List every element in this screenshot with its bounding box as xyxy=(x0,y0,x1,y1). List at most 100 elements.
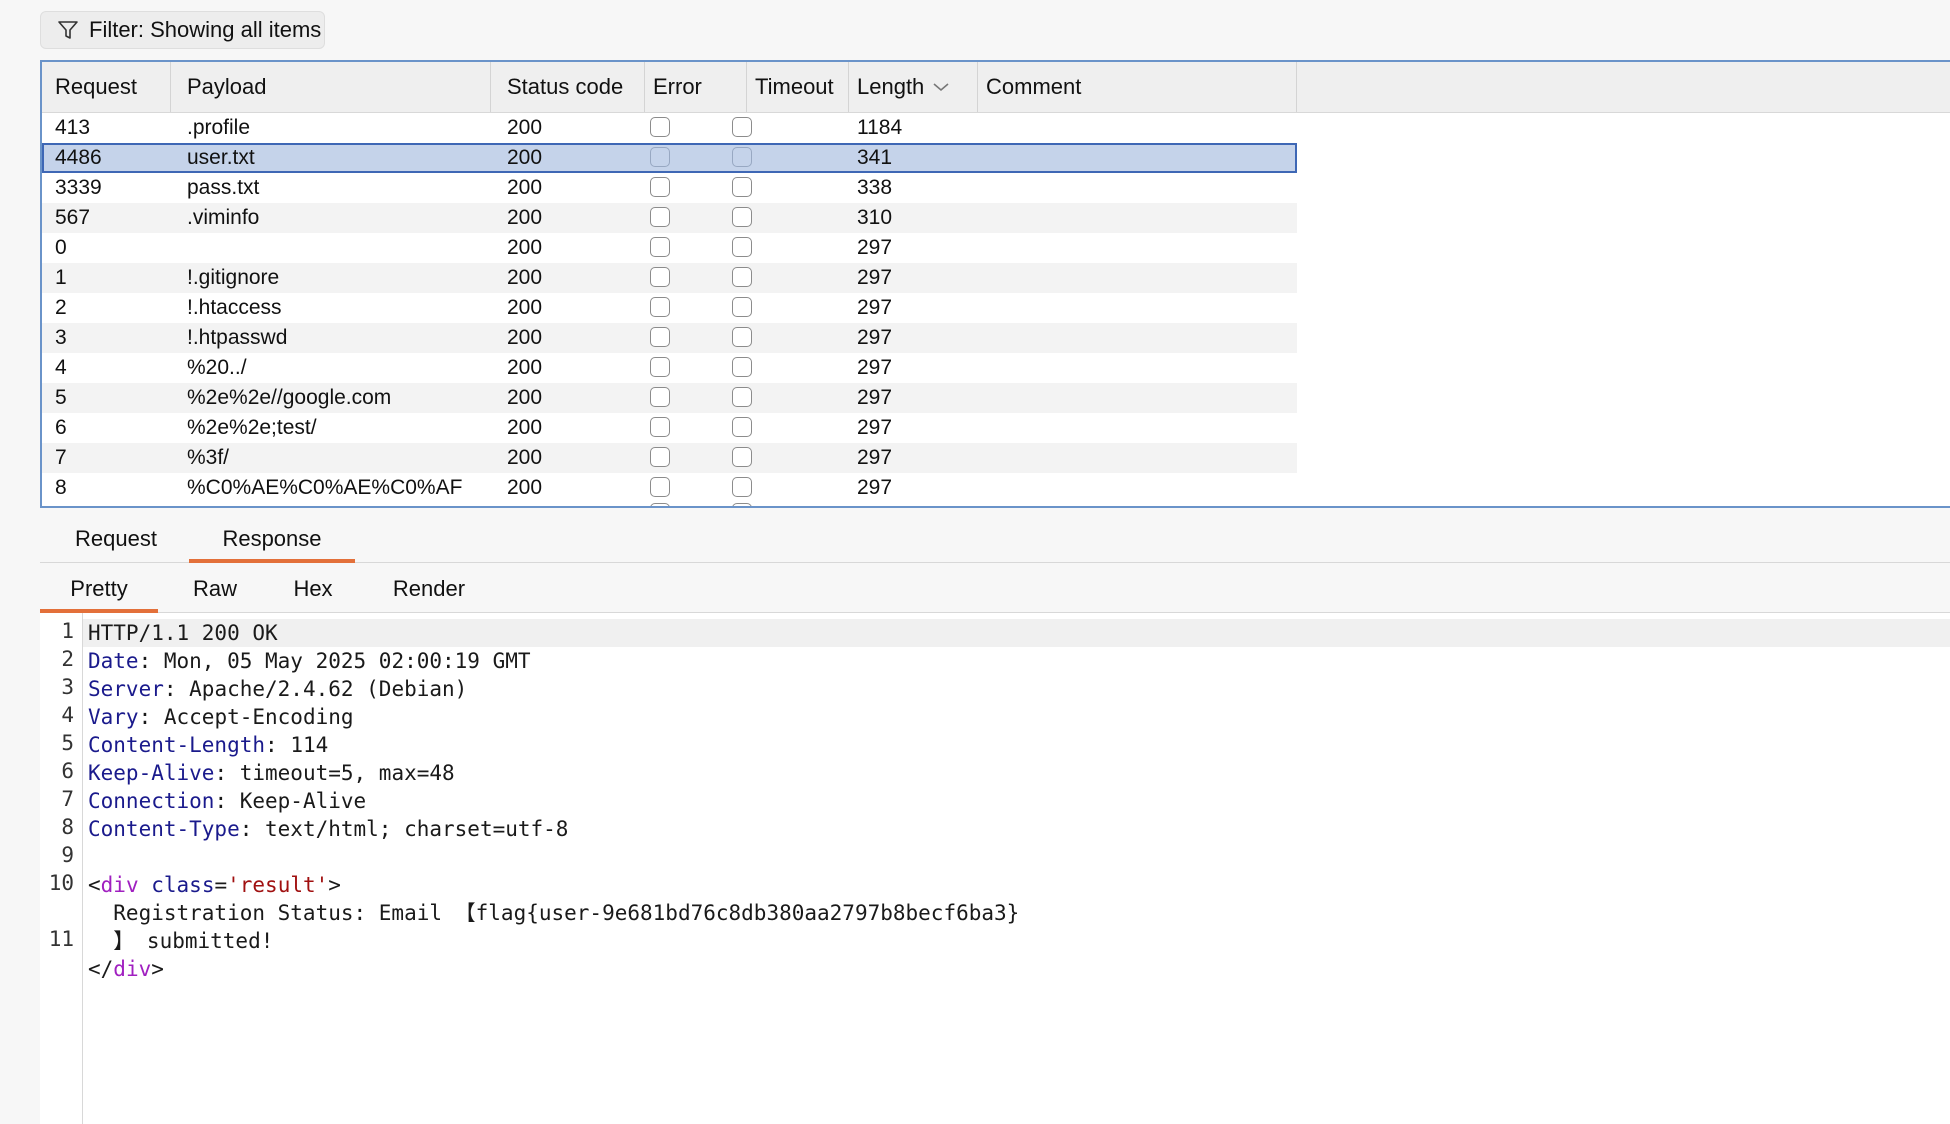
line-number: 10 xyxy=(48,871,74,895)
timeout-checkbox[interactable] xyxy=(732,207,752,227)
line-number-gutter: 1 2 3 4 5 6 7 8 9 10 11 xyxy=(40,613,83,1124)
filter-label: Filter: Showing all items xyxy=(89,17,322,42)
timeout-checkbox[interactable] xyxy=(732,147,752,167)
column-header-status-code[interactable]: Status code xyxy=(491,62,645,112)
cell-status-code: 200 xyxy=(507,446,543,469)
cell-length: 310 xyxy=(857,206,893,229)
table-body: 413 .profile 200 1184 4486 user.txt 200 341 3339… xyxy=(42,113,1297,506)
table-row[interactable]: 5 %2e%2e//google.com 200 297 xyxy=(42,383,1297,413)
html-open-tag: <div class='result'> xyxy=(88,873,341,897)
timeout-checkbox[interactable] xyxy=(732,237,752,257)
tab-request[interactable]: Request xyxy=(60,516,172,562)
column-header-length[interactable]: Length xyxy=(849,62,978,112)
filter-bar[interactable]: Filter: Showing all items xyxy=(40,11,325,49)
timeout-checkbox[interactable] xyxy=(732,447,752,467)
cell-status-code: 200 xyxy=(507,146,543,169)
error-checkbox[interactable] xyxy=(650,357,670,377)
cell-length: 341 xyxy=(857,146,893,169)
error-checkbox[interactable] xyxy=(650,177,670,197)
message-tabs: Request Response xyxy=(40,516,1950,563)
line-number: 11 xyxy=(48,927,74,951)
cell-length: 297 xyxy=(857,236,893,259)
cell-length: 297 xyxy=(857,266,893,289)
table-row[interactable]: 3339 pass.txt 200 338 xyxy=(42,173,1297,203)
table-row[interactable]: 3 !.htpasswd 200 297 xyxy=(42,323,1297,353)
error-checkbox[interactable] xyxy=(650,117,670,137)
table-row[interactable]: 567 .viminfo 200 310 xyxy=(42,203,1297,233)
cell-status-code: 200 xyxy=(507,326,543,349)
error-checkbox[interactable] xyxy=(650,327,670,347)
table-row[interactable]: 2 !.htaccess 200 297 xyxy=(42,293,1297,323)
error-checkbox[interactable] xyxy=(650,503,670,506)
error-checkbox[interactable] xyxy=(650,267,670,287)
header-line: Keep-Alive: timeout=5, max=48 xyxy=(88,761,455,785)
error-checkbox[interactable] xyxy=(650,387,670,407)
timeout-checkbox[interactable] xyxy=(732,267,752,287)
cell-request: 3 xyxy=(55,326,67,349)
tab-hex[interactable]: Hex xyxy=(272,566,354,612)
timeout-checkbox[interactable] xyxy=(732,297,752,317)
cell-request: 4486 xyxy=(55,146,102,169)
tab-render[interactable]: Render xyxy=(370,566,488,612)
chevron-down-icon xyxy=(932,81,950,93)
tab-raw[interactable]: Raw xyxy=(170,566,260,612)
table-row[interactable]: 7 %3f/200 297 xyxy=(42,443,1297,473)
tab-pretty[interactable]: Pretty xyxy=(40,566,158,613)
html-close-tag: </div> xyxy=(88,957,164,981)
results-table[interactable]: Request Payload Status code Error Timeou… xyxy=(40,60,1950,508)
header-line: Connection: Keep-Alive xyxy=(88,789,367,813)
column-header-timeout[interactable]: Timeout xyxy=(747,62,849,112)
timeout-checkbox[interactable] xyxy=(732,357,752,377)
table-row[interactable]: 413 .profile 200 1184 xyxy=(42,113,1297,143)
header-line: Date: Mon, 05 May 2025 02:00:19 GMT xyxy=(88,649,531,673)
timeout-checkbox[interactable] xyxy=(732,503,752,506)
timeout-checkbox[interactable] xyxy=(732,387,752,407)
timeout-checkbox[interactable] xyxy=(732,177,752,197)
error-checkbox[interactable] xyxy=(650,417,670,437)
tab-response[interactable]: Response xyxy=(189,516,355,563)
line-number: 8 xyxy=(61,815,74,839)
cell-status-code: 200 xyxy=(507,116,543,139)
column-header-payload[interactable]: Payload xyxy=(171,62,491,112)
cell-request: 4 xyxy=(55,356,67,379)
cell-status-code: 200 xyxy=(507,236,543,259)
table-row[interactable]: 4486 user.txt 200 341 xyxy=(42,143,1297,173)
cell-payload: pass.txt xyxy=(187,176,260,199)
response-editor[interactable]: 1 2 3 4 5 6 7 8 9 10 11 HTTP/1.1 200 OK … xyxy=(40,613,1950,1124)
table-row[interactable]: 0 200 297 xyxy=(42,233,1297,263)
filter-icon xyxy=(57,19,79,41)
timeout-checkbox[interactable] xyxy=(732,477,752,497)
timeout-checkbox[interactable] xyxy=(732,117,752,137)
table-row[interactable]: 6 %2e%2e;test/200 297 xyxy=(42,413,1297,443)
error-checkbox[interactable] xyxy=(650,207,670,227)
cell-request: 2 xyxy=(55,296,67,319)
timeout-checkbox[interactable] xyxy=(732,417,752,437)
header-line: Content-Length: 114 xyxy=(88,733,329,757)
cell-payload: .viminfo xyxy=(187,206,260,229)
table-row[interactable]: 4 %20../ 200 297 xyxy=(42,353,1297,383)
line-number: 4 xyxy=(61,703,74,727)
line-number: 5 xyxy=(61,731,74,755)
response-body-text: 】 submitted! xyxy=(88,929,274,953)
column-header-request[interactable]: Request xyxy=(42,62,171,112)
error-checkbox[interactable] xyxy=(650,237,670,257)
table-row[interactable]: 1 !.gitignore 200 297 xyxy=(42,263,1297,293)
table-row[interactable]: 8 %C0%AE%C0%AE%C0%AF 200 297 xyxy=(42,473,1297,503)
error-checkbox[interactable] xyxy=(650,297,670,317)
table-row-partial xyxy=(42,503,1297,506)
cell-request: 5 xyxy=(55,386,67,409)
view-tabs: Pretty Raw Hex Render xyxy=(40,566,1950,613)
column-header-comment[interactable]: Comment xyxy=(978,62,1297,112)
timeout-checkbox[interactable] xyxy=(732,327,752,347)
error-checkbox[interactable] xyxy=(650,147,670,167)
cell-length: 1184 xyxy=(857,116,903,139)
line-number: 2 xyxy=(61,647,74,671)
cell-payload: .profile xyxy=(187,116,251,139)
line-number: 6 xyxy=(61,759,74,783)
column-header-error[interactable]: Error xyxy=(645,62,747,112)
error-checkbox[interactable] xyxy=(650,477,670,497)
status-line: HTTP/1.1 200 OK xyxy=(83,619,1950,647)
error-checkbox[interactable] xyxy=(650,447,670,467)
cell-length: 297 xyxy=(857,446,893,469)
cell-payload: %C0%AE%C0%AE%C0%AF xyxy=(187,476,463,499)
